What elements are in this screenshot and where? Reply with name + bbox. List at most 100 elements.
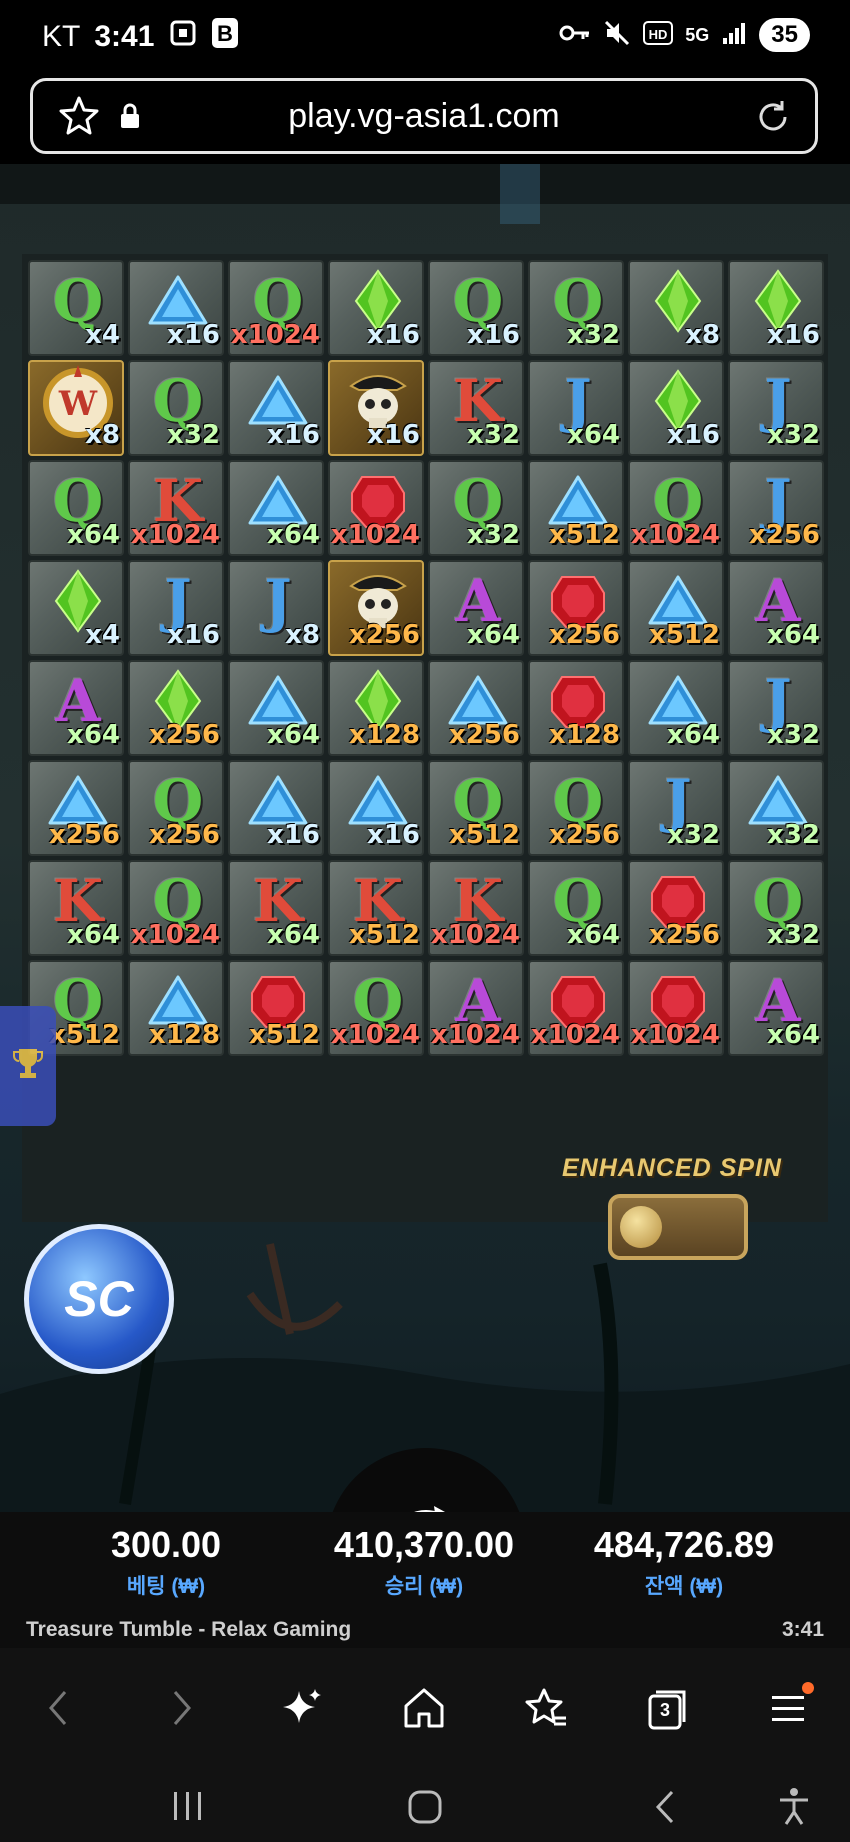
- b-app-icon: B: [212, 18, 239, 56]
- grid-cell: Qx256: [528, 760, 624, 856]
- grid-cell: Qx256: [128, 760, 224, 856]
- symbol-grid[interactable]: Qx4 x16 Qx1024 x16 Qx16 Qx32 x8 x16 Wx8 Qx32 x16 x1…: [26, 258, 826, 1218]
- grid-cell: x512: [228, 960, 324, 1056]
- sc-badge-label: SC: [64, 1271, 134, 1327]
- multiplier-label: x4: [85, 320, 120, 350]
- multiplier-label: x1024: [430, 1020, 520, 1050]
- battery-indicator: 35: [759, 18, 810, 52]
- multiplier-label: x16: [267, 820, 320, 850]
- recent-apps-icon[interactable]: [170, 1788, 206, 1829]
- grid-cell: x64: [228, 460, 324, 556]
- multiplier-label: x512: [48, 1020, 120, 1050]
- multiplier-label: x64: [667, 720, 720, 750]
- network-label: 5G: [685, 24, 710, 45]
- grid-cell: Qx32: [428, 460, 524, 556]
- status-left: KT 3:41 B: [42, 18, 239, 56]
- multiplier-label: x256: [748, 520, 820, 550]
- grid-cell: Kx1024: [428, 860, 524, 956]
- signal-icon: [721, 20, 747, 51]
- grid-cell: Jx32: [728, 660, 824, 756]
- ceiling-pillar: [500, 164, 540, 224]
- system-back-icon[interactable]: [650, 1788, 680, 1831]
- grid-cell: Qx1024: [128, 860, 224, 956]
- star-list-icon: [524, 1686, 568, 1735]
- sc-badge[interactable]: SC: [24, 1224, 174, 1374]
- clock-label: 3:41: [94, 20, 155, 53]
- back-button[interactable]: [28, 1680, 88, 1740]
- grid-cell: Jx32: [728, 360, 824, 456]
- grid-cell: Qx512: [428, 760, 524, 856]
- multiplier-label: x1024: [630, 520, 720, 550]
- multiplier-label: x256: [448, 720, 520, 750]
- tabs-button[interactable]: 3: [636, 1680, 696, 1740]
- multiplier-label: x64: [767, 1020, 820, 1050]
- hd-icon: HD: [643, 20, 674, 51]
- multiplier-label: x16: [367, 320, 420, 350]
- grid-cell: x16: [228, 360, 324, 456]
- multiplier-label: x64: [67, 920, 120, 950]
- grid-cell: Qx32: [528, 260, 624, 356]
- multiplier-label: x64: [67, 720, 120, 750]
- multiplier-label: x16: [167, 620, 220, 650]
- system-home-icon[interactable]: [406, 1788, 444, 1831]
- game-info-bar: Treasure Tumble - Relax Gaming 3:41: [0, 1614, 850, 1648]
- multiplier-label: x512: [248, 1020, 320, 1050]
- notification-dot: [802, 1681, 814, 1694]
- grid-cell: x128: [128, 960, 224, 1056]
- multiplier-label: x32: [467, 520, 520, 550]
- browser-nav-bar: 3: [0, 1648, 850, 1772]
- grid-cell: x128: [328, 660, 424, 756]
- win-label: 승리 (₩): [384, 1575, 464, 1598]
- multiplier-label: x8: [85, 420, 120, 450]
- forward-button[interactable]: [152, 1680, 212, 1740]
- balance-stat: 484,726.89 잔액 (₩): [554, 1524, 814, 1600]
- grid-cell: x256: [128, 660, 224, 756]
- grid-cell: Qx16: [428, 260, 524, 356]
- grid-cell: Qx32: [728, 860, 824, 956]
- reload-icon[interactable]: [753, 97, 793, 142]
- multiplier-label: x64: [467, 620, 520, 650]
- leaderboard-tab[interactable]: [0, 1006, 56, 1126]
- enhanced-spin-toggle[interactable]: [608, 1194, 748, 1260]
- grid-cell: x256: [28, 760, 124, 856]
- multiplier-label: x256: [548, 620, 620, 650]
- grid-cell: x16: [328, 760, 424, 856]
- grid-cell: Qx32: [128, 360, 224, 456]
- multiplier-label: x512: [548, 520, 620, 550]
- multiplier-label: x16: [267, 420, 320, 450]
- address-bar[interactable]: play.vg-asia1.com: [30, 78, 818, 154]
- stats-bar: 300.00 베팅 (₩) 410,370.00 승리 (₩) 484,726.…: [0, 1512, 850, 1618]
- ceiling-beam: [0, 164, 850, 204]
- game-title: Treasure Tumble - Relax Gaming: [26, 1618, 352, 1641]
- accessibility-icon[interactable]: [776, 1786, 812, 1831]
- game-canvas[interactable]: Qx4 x16 Qx1024 x16 Qx16 Qx32 x8 x16 Wx8 Qx32 x16 x1…: [0, 164, 850, 1512]
- grid-cell: Jx256: [728, 460, 824, 556]
- grid-cell: Qx64: [28, 460, 124, 556]
- grid-cell: Ax1024: [428, 960, 524, 1056]
- grid-cell: x256: [528, 560, 624, 656]
- multiplier-label: x512: [648, 620, 720, 650]
- home-button[interactable]: [394, 1680, 454, 1740]
- grid-cell: x512: [528, 460, 624, 556]
- multiplier-label: x1024: [430, 920, 520, 950]
- multiplier-label: x1024: [630, 1020, 720, 1050]
- grid-cell: Ax64: [728, 960, 824, 1056]
- grid-cell: x256: [328, 560, 424, 656]
- multiplier-label: x256: [648, 920, 720, 950]
- svg-text:W: W: [58, 384, 98, 424]
- multiplier-label: x16: [367, 820, 420, 850]
- balance-value: 484,726.89: [593, 1524, 775, 1565]
- multiplier-label: x16: [167, 320, 220, 350]
- multiplier-label: x64: [767, 620, 820, 650]
- browser-toolbar: play.vg-asia1.com: [0, 76, 850, 164]
- bookmarks-button[interactable]: [516, 1680, 576, 1740]
- grid-cell: x1024: [528, 960, 624, 1056]
- multiplier-label: x32: [667, 820, 720, 850]
- multiplier-label: x32: [767, 420, 820, 450]
- ai-button[interactable]: [272, 1680, 332, 1740]
- chevron-left-icon: [43, 1688, 73, 1733]
- grid-cell: x512: [628, 560, 724, 656]
- browser-menu-button[interactable]: [758, 1680, 818, 1740]
- multiplier-label: x256: [148, 720, 220, 750]
- multiplier-label: x32: [767, 820, 820, 850]
